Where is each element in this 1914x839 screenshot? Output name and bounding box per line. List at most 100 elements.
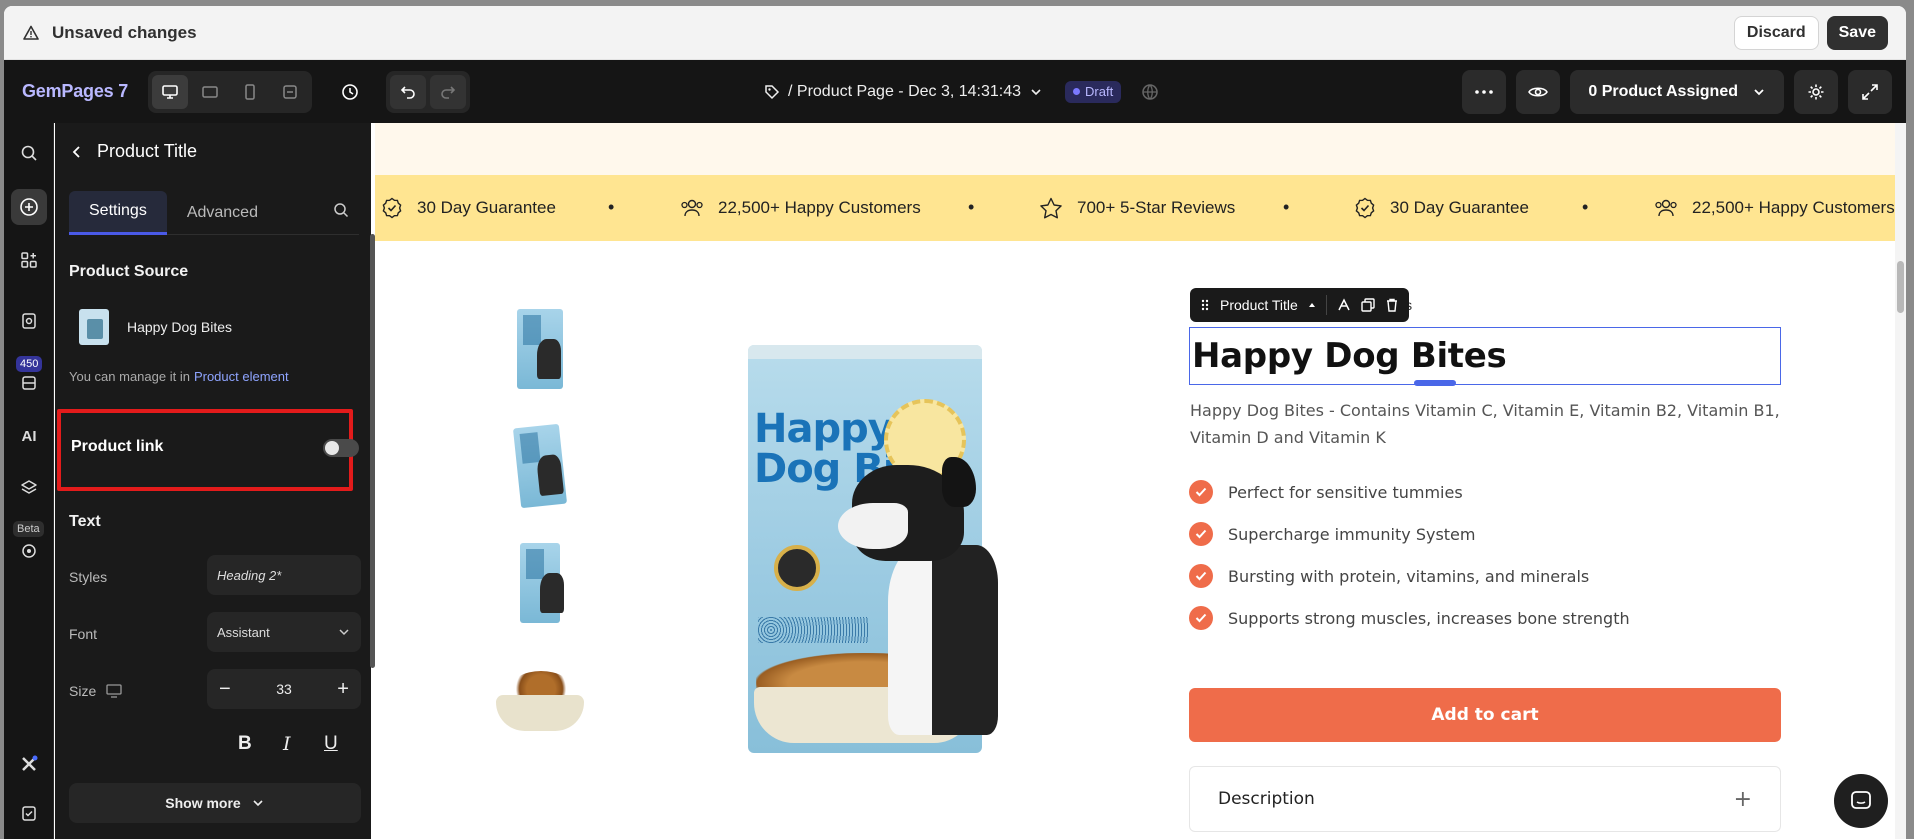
trash-icon[interactable] xyxy=(1385,298,1399,312)
search-button[interactable] xyxy=(11,135,47,171)
chevron-left-icon xyxy=(72,145,80,158)
gallery-thumbnail[interactable] xyxy=(489,533,591,633)
badge-check-icon xyxy=(382,197,402,219)
tablet-view-button[interactable] xyxy=(192,75,228,109)
product-assigned-dropdown[interactable]: 0 Product Assigned xyxy=(1570,70,1784,114)
gallery-thumbnail[interactable] xyxy=(489,299,591,399)
product-element-link[interactable]: Product element xyxy=(194,369,289,384)
target-icon xyxy=(22,544,36,558)
styles-select[interactable]: Heading 2* xyxy=(207,555,361,595)
layers-button[interactable] xyxy=(11,470,47,506)
ai-rewrite-icon[interactable] xyxy=(1337,298,1351,312)
size-label: Size xyxy=(69,683,97,699)
search-icon xyxy=(21,145,37,161)
search-icon xyxy=(334,203,349,218)
size-row: Size xyxy=(69,683,122,699)
resize-handle[interactable] xyxy=(1414,380,1456,386)
description-accordion[interactable]: Description + xyxy=(1189,766,1781,832)
discard-button[interactable]: Discard xyxy=(1733,15,1819,50)
history-button[interactable] xyxy=(332,74,368,110)
x-logo-icon xyxy=(22,755,38,771)
increase-size-button[interactable]: + xyxy=(337,678,349,701)
tasks-button[interactable] xyxy=(11,795,47,831)
app-window: Unsaved changes Discard Save GemPages 7 xyxy=(4,6,1906,839)
ticker-item: 30 Day Guarantee xyxy=(1354,175,1529,241)
decrease-size-button[interactable]: − xyxy=(219,678,231,701)
check-icon xyxy=(1189,522,1213,546)
integrations-button[interactable] xyxy=(11,746,47,782)
redo-button[interactable] xyxy=(430,74,467,109)
font-label: Font xyxy=(69,626,98,642)
chat-button[interactable] xyxy=(1834,774,1888,828)
pages-button[interactable] xyxy=(11,303,47,339)
tab-advanced[interactable]: Advanced xyxy=(167,191,278,235)
toolbar-element-name[interactable]: Product Title xyxy=(1220,297,1298,313)
page-settings-button[interactable] xyxy=(1794,70,1838,114)
back-to-parent[interactable]: Product Title xyxy=(71,141,197,162)
panel-search-button[interactable] xyxy=(333,202,349,223)
add-element-button[interactable] xyxy=(11,189,47,225)
product-link-toggle[interactable] xyxy=(323,439,359,457)
chevron-down-icon xyxy=(1031,88,1041,95)
star-icon xyxy=(1040,197,1062,219)
ticker-item: 22,500+ Happy Customers xyxy=(680,175,921,241)
draft-badge: Draft xyxy=(1065,80,1122,103)
selected-product-title[interactable]: Happy Dog Bites xyxy=(1189,327,1781,386)
underline-button[interactable]: U xyxy=(324,733,338,755)
undo-button[interactable] xyxy=(390,74,427,109)
undo-redo-group xyxy=(386,70,471,113)
announcement-bar xyxy=(375,123,1895,175)
size-value[interactable]: 33 xyxy=(276,681,292,697)
benefit-list: Perfect for sensitive tummies Supercharg… xyxy=(1189,471,1630,639)
show-more-button[interactable]: Show more xyxy=(69,783,361,823)
ai-icon: AI xyxy=(21,427,37,445)
list-item: Supports strong muscles, increases bone … xyxy=(1189,597,1630,639)
mobile-view-button[interactable] xyxy=(232,75,268,109)
add-to-cart-button[interactable]: Add to cart xyxy=(1189,688,1781,742)
tablet-icon xyxy=(202,85,218,98)
check-icon xyxy=(1189,480,1213,504)
italic-button[interactable]: I xyxy=(283,733,291,755)
description-heading: Description xyxy=(1218,789,1315,809)
responsive-icon xyxy=(283,84,297,99)
target-button[interactable] xyxy=(11,533,47,569)
library-button[interactable] xyxy=(11,365,47,401)
chevron-down-icon xyxy=(339,629,349,636)
plus-icon: + xyxy=(1733,786,1752,812)
styles-label: Styles xyxy=(69,569,108,585)
desktop-view-button[interactable] xyxy=(152,74,189,109)
chat-icon xyxy=(1851,791,1871,809)
save-button[interactable]: Save xyxy=(1826,15,1888,50)
preview-button[interactable] xyxy=(1516,70,1561,114)
device-switcher xyxy=(148,70,313,113)
page-name: / Product Page - Dec 3, 14:31:43 xyxy=(788,82,1022,100)
more-options-button[interactable] xyxy=(1462,70,1507,114)
canvas-scrollbar[interactable] xyxy=(1895,123,1906,839)
apps-button[interactable] xyxy=(11,242,47,278)
product-description[interactable]: Happy Dog Bites - Contains Vitamin C, Vi… xyxy=(1190,397,1780,451)
page-name-dropdown[interactable]: / Product Page - Dec 3, 14:31:43 Draft xyxy=(764,60,1159,123)
font-value: Assistant xyxy=(217,624,270,640)
gallery-thumbnail[interactable] xyxy=(489,650,591,750)
gallery-thumbnail[interactable] xyxy=(489,416,591,516)
duplicate-icon[interactable] xyxy=(1361,298,1375,312)
product-source-item[interactable]: Happy Dog Bites xyxy=(79,309,232,345)
product-assigned-label: 0 Product Assigned xyxy=(1588,83,1738,100)
warning-icon xyxy=(22,24,40,42)
list-item: Supercharge immunity System xyxy=(1189,513,1630,555)
page-canvas[interactable]: 30 Day Guarantee • 22,500+ Happy Custome… xyxy=(375,123,1906,839)
page-icon xyxy=(22,313,36,329)
fullscreen-button[interactable] xyxy=(1848,70,1892,114)
tab-settings[interactable]: Settings xyxy=(69,190,167,235)
plus-circle-icon xyxy=(20,198,38,216)
more-horizontal-icon xyxy=(1475,90,1494,94)
fullscreen-preview-button[interactable] xyxy=(272,75,308,109)
ai-button[interactable]: AI xyxy=(11,418,47,454)
dog-illustration xyxy=(838,445,998,735)
font-select[interactable]: Assistant xyxy=(207,612,361,652)
panel-title: Product Title xyxy=(97,141,198,161)
product-title[interactable]: Happy Dog Bites xyxy=(1192,336,1507,376)
bold-button[interactable]: B xyxy=(238,733,252,755)
chevron-down-icon xyxy=(253,800,263,807)
product-main-image[interactable]: Happy Dog Bites xyxy=(608,247,1120,830)
